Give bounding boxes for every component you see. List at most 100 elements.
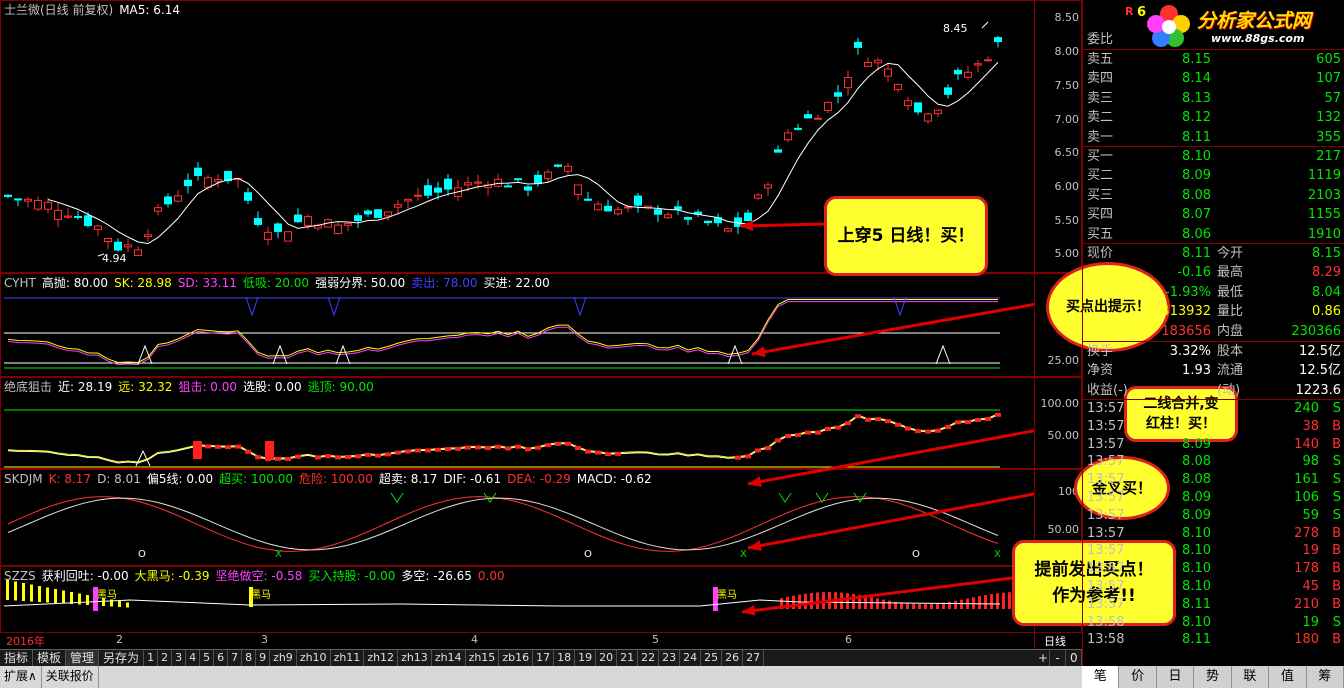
- tick-price: 8.08: [1182, 472, 1211, 488]
- quote-value: -1.93%: [1165, 284, 1211, 300]
- tick-side: S: [1332, 401, 1341, 416]
- candle-body: [674, 206, 682, 210]
- candle-body: [264, 231, 272, 240]
- formula-tab[interactable]: 3: [172, 650, 187, 666]
- red-bar: [935, 428, 941, 433]
- tick-row: 13:57 240 S: [1083, 400, 1344, 418]
- formula-tab[interactable]: 20: [596, 650, 618, 666]
- quote-tab[interactable]: 价: [1119, 666, 1157, 688]
- formula-tab[interactable]: 9: [256, 650, 271, 666]
- red-bar: [888, 600, 891, 609]
- order-level-label: 买一: [1087, 149, 1114, 164]
- period-label[interactable]: 日线: [1044, 633, 1066, 649]
- formula-tab[interactable]: 5: [200, 650, 215, 666]
- formula-tab[interactable]: 指标: [0, 650, 34, 666]
- candle-body: [974, 63, 982, 66]
- formula-tab[interactable]: 23: [659, 650, 681, 666]
- tick-time: 13:57: [1087, 454, 1125, 470]
- yellow-bar: [70, 592, 73, 604]
- formula-tab[interactable]: zh15: [466, 650, 500, 666]
- red-bar: [905, 426, 911, 431]
- candle-body: [724, 228, 732, 232]
- formula-tab[interactable]: 4: [186, 650, 201, 666]
- high-price-label: 8.45: [943, 22, 968, 35]
- formula-tab[interactable]: zh10: [297, 650, 331, 666]
- quote-tab[interactable]: 筹: [1307, 666, 1344, 688]
- related-quote-button[interactable]: 关联报价: [42, 666, 99, 688]
- formula-tab[interactable]: 26: [722, 650, 744, 666]
- zoom-button[interactable]: 0: [1066, 650, 1082, 666]
- formula-tab[interactable]: 管理: [66, 650, 100, 666]
- quote-tab[interactable]: 笔: [1082, 666, 1120, 688]
- formula-tab[interactable]: 18: [554, 650, 576, 666]
- cross-mark: O: [584, 549, 592, 560]
- candle-body: [134, 249, 142, 256]
- info-label: 净资: [1087, 363, 1114, 379]
- zoom-button[interactable]: -: [1050, 650, 1066, 666]
- formula-tab[interactable]: zh14: [432, 650, 466, 666]
- candle-body: [74, 215, 82, 219]
- order-volume: 57: [1324, 90, 1341, 106]
- info-value: 12.5亿: [1299, 363, 1341, 379]
- formula-tab[interactable]: 24: [680, 650, 702, 666]
- tick-row: 13:57 8.11 210 B: [1083, 596, 1344, 614]
- formula-tab[interactable]: zh12: [364, 650, 399, 666]
- formula-tab[interactable]: 7: [228, 650, 243, 666]
- yellow-bar: [14, 581, 17, 601]
- formula-tab[interactable]: 2: [158, 650, 173, 666]
- formula-tab[interactable]: zh13: [398, 650, 432, 666]
- snipe-bar: [193, 441, 202, 459]
- tick-row: 13:58 8.11 180 B: [1083, 631, 1344, 649]
- quote-label: 现价: [1087, 246, 1114, 261]
- order-price: 8.09: [1182, 168, 1211, 184]
- red-bar: [225, 445, 231, 450]
- candle-body: [924, 113, 932, 122]
- quote-value: 8.11: [1182, 246, 1211, 261]
- candle-body: [534, 174, 542, 185]
- formula-tab[interactable]: 22: [638, 650, 660, 666]
- candle-body: [884, 68, 892, 77]
- tick-price: 8.11: [1182, 632, 1211, 648]
- formula-tab[interactable]: 另存为: [99, 650, 145, 666]
- order-book-row: 卖一 8.11 355: [1083, 128, 1344, 147]
- red-bar: [918, 603, 921, 609]
- quote-tab[interactable]: 值: [1269, 666, 1307, 688]
- formula-tab[interactable]: zb16: [499, 650, 534, 666]
- quote-tab[interactable]: 势: [1194, 666, 1232, 688]
- candle-body: [304, 216, 312, 227]
- cross-mark: O: [912, 549, 920, 560]
- quote-tab[interactable]: 联: [1232, 666, 1270, 688]
- red-bar: [415, 448, 421, 453]
- red-bar: [805, 430, 811, 435]
- order-book-row: 买一 8.10 217: [1083, 147, 1344, 166]
- formula-tab[interactable]: 21: [617, 650, 639, 666]
- candle-body: [854, 41, 862, 48]
- formula-tab[interactable]: 8: [242, 650, 257, 666]
- tick-volume: 59: [1302, 507, 1319, 523]
- red-bar: [978, 596, 981, 609]
- candle-body: [64, 215, 72, 218]
- zoom-button[interactable]: +: [1034, 650, 1050, 666]
- tick-side: B: [1332, 436, 1341, 452]
- red-bar: [295, 454, 301, 459]
- order-level-label: 卖一: [1087, 129, 1114, 145]
- formula-tab[interactable]: 6: [214, 650, 229, 666]
- formula-tab[interactable]: zh9: [270, 650, 297, 666]
- formula-tab[interactable]: 19: [575, 650, 597, 666]
- red-bar: [925, 429, 931, 434]
- quote-label: 内盘: [1217, 323, 1244, 339]
- candle-body: [844, 77, 852, 89]
- info-value: 1.93: [1182, 363, 1211, 379]
- formula-tab[interactable]: 25: [701, 650, 723, 666]
- red-bar: [575, 446, 581, 451]
- quote-tab[interactable]: 日: [1157, 666, 1195, 688]
- red-bar: [365, 452, 371, 457]
- formula-tab[interactable]: 模板: [33, 650, 67, 666]
- chart-canvas[interactable]: OXOXOX: [0, 0, 1034, 649]
- formula-tab[interactable]: 27: [743, 650, 765, 666]
- formula-tab[interactable]: 17: [533, 650, 555, 666]
- formula-tab[interactable]: 1: [144, 650, 159, 666]
- red-bar: [615, 451, 621, 456]
- formula-tab[interactable]: zh11: [331, 650, 365, 666]
- expand-button[interactable]: 扩展∧: [0, 666, 42, 688]
